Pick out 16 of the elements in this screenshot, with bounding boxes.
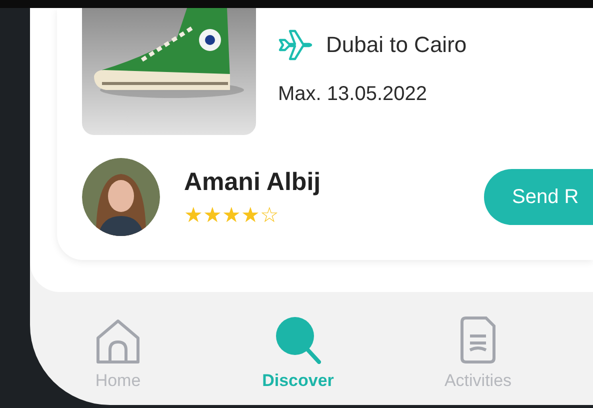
filled-star-icon: ★ [184, 205, 203, 226]
filled-star-icon: ★ [241, 205, 260, 226]
empty-star-icon: ☆ [260, 205, 279, 226]
nav-tab[interactable]: Home [30, 314, 208, 394]
route-text: Dubai to Cairo [326, 31, 467, 59]
document-icon [460, 316, 496, 364]
home-icon [95, 318, 141, 364]
nav-tab[interactable]: Discover [208, 314, 388, 394]
nav-tab[interactable]: Activities [388, 314, 568, 394]
traveler-name: Amani Albij [184, 166, 321, 198]
search-icon [275, 316, 321, 364]
deadline-text: Max. 13.05.2022 [278, 82, 428, 107]
filled-star-icon: ★ [222, 205, 241, 226]
filled-star-icon: ★ [203, 205, 222, 226]
send-request-button[interactable]: Send R [484, 169, 593, 225]
airplane-icon [278, 28, 314, 60]
